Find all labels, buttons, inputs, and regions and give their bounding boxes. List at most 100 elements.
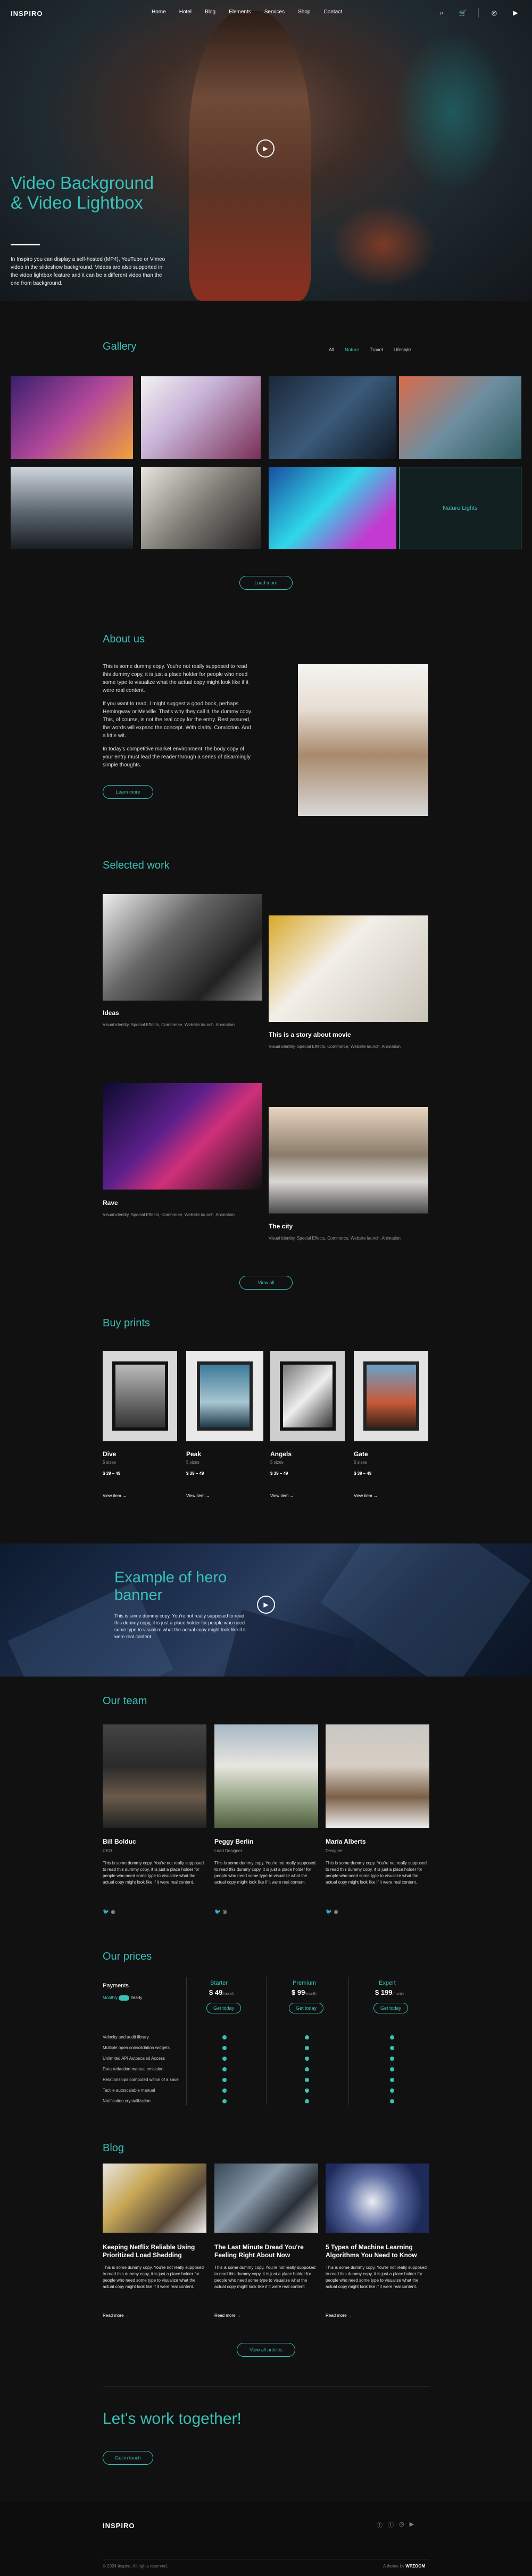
print-image[interactable] (103, 1351, 177, 1441)
blog-image[interactable] (214, 2164, 318, 2233)
gallery-item[interactable] (11, 467, 133, 549)
facebook-icon[interactable]: ⓕ (377, 2521, 383, 2529)
divider (103, 2386, 430, 2387)
team-bio: This is some dummy copy. You're not real… (103, 1861, 204, 1885)
twitter-icon[interactable]: 🐦 (214, 1909, 221, 1915)
blog-post-excerpt: This is some dummy copy. You're not real… (214, 2265, 315, 2289)
work-item-title[interactable]: Rave (103, 1199, 118, 1207)
plan-cta-button[interactable]: Get today (373, 2003, 408, 2013)
get-in-touch-button[interactable]: Get in touch (103, 2451, 153, 2465)
print-image[interactable] (186, 1351, 263, 1441)
nav-item-home[interactable]: Home (152, 9, 166, 15)
gallery-item[interactable] (141, 467, 261, 549)
print-name[interactable]: Gate (354, 1450, 368, 1458)
view-all-articles-button[interactable]: View all articles (237, 2343, 295, 2357)
work-item-title[interactable]: This is a story about movie (269, 1031, 351, 1038)
team-bio: This is some dummy copy. You're not real… (214, 1861, 315, 1885)
load-more-button[interactable]: Load more (239, 576, 293, 590)
work-image[interactable] (103, 894, 262, 1001)
team-social: 🐦 ◎ (214, 1909, 227, 1916)
theme-credit: A theme by WPZOOM (383, 2564, 426, 2569)
work-item-title[interactable]: Ideas (103, 1009, 119, 1017)
print-view-link[interactable]: View item → (103, 1493, 127, 1499)
nav-item-services[interactable]: Services (264, 9, 285, 15)
print-price: $ 39 – 49 (186, 1471, 204, 1476)
instagram-icon[interactable]: ◎ (111, 1909, 115, 1915)
gallery-item[interactable] (11, 376, 133, 459)
work-image[interactable] (103, 1083, 262, 1190)
play-icon: ▶ (263, 1601, 269, 1608)
gallery-item[interactable] (269, 376, 396, 459)
blog-image[interactable] (103, 2164, 206, 2233)
plan-cta-button[interactable]: Get today (206, 2003, 241, 2013)
blog-title: Blog (103, 2142, 124, 2154)
feature-label: Velocity and audit library (103, 2035, 149, 2040)
print-image[interactable] (270, 1351, 345, 1441)
banner-play-button[interactable]: ▶ (257, 1596, 275, 1614)
twitter-icon[interactable]: 🐦 (103, 1909, 109, 1915)
work-item-meta: Visual identity, Special Effects, Commer… (269, 1044, 401, 1049)
banner-text: This is some dummy copy. You're not real… (114, 1613, 246, 1639)
feature-check-icon (305, 2088, 309, 2093)
prints-title: Buy prints (103, 1317, 150, 1329)
twitter-icon[interactable]: 🐦 (326, 1909, 332, 1915)
nav-item-shop[interactable]: Shop (298, 9, 310, 15)
filter-lifestyle[interactable]: Lifestyle (394, 347, 411, 352)
gallery-item[interactable] (269, 467, 396, 549)
blog-post-title[interactable]: The Last Minute Dread You're Feeling Rig… (214, 2243, 315, 2259)
print-price: $ 39 – 49 (270, 1471, 288, 1476)
nav-item-contact[interactable]: Contact (323, 9, 342, 15)
blog-post-title[interactable]: Keeping Netflix Reliable Using Prioritiz… (103, 2243, 204, 2259)
feature-label: Relationships computed within of a save (103, 2077, 179, 2082)
instagram-icon[interactable]: ◎ (399, 2521, 404, 2529)
plan-cta-button[interactable]: Get today (289, 2003, 323, 2013)
print-sizes: 5 sizes (354, 1460, 367, 1465)
youtube-icon[interactable]: ▶ (510, 7, 521, 19)
instagram-icon[interactable]: ◎ (222, 1909, 227, 1915)
print-name[interactable]: Dive (103, 1450, 116, 1458)
dribbble-icon[interactable]: ◎ (488, 7, 500, 19)
print-view-link[interactable]: View item → (354, 1493, 378, 1499)
work-image[interactable] (269, 915, 428, 1022)
print-image[interactable] (354, 1351, 428, 1441)
learn-more-button[interactable]: Learn more (103, 785, 153, 799)
gallery-item[interactable] (399, 376, 521, 459)
search-icon[interactable]: ⌕ (436, 7, 447, 19)
read-more-link[interactable]: Read more → (103, 2313, 129, 2319)
arrow-right-icon: → (373, 1493, 378, 1498)
gallery-item[interactable] (141, 376, 261, 459)
footer-logo[interactable]: INSPIRO (103, 2522, 135, 2530)
play-video-button[interactable]: ▶ (256, 139, 275, 158)
feature-row: Tactile autoscalable manual (103, 2085, 433, 2096)
print-view-link[interactable]: View item → (186, 1493, 210, 1499)
site-footer: INSPIRO ⓕ ⓣ ◎ ▶ © 2024 Inspiro. All righ… (0, 2501, 532, 2576)
youtube-icon[interactable]: ▶ (410, 2521, 414, 2529)
twitter-icon[interactable]: ⓣ (388, 2521, 394, 2529)
site-logo[interactable]: INSPIRO (11, 10, 43, 18)
blog-post-title[interactable]: 5 Types of Machine Learning Algorithms Y… (326, 2243, 427, 2259)
nav-item-blog[interactable]: Blog (205, 9, 215, 15)
cart-icon[interactable]: 🛒 (457, 7, 469, 19)
hero-section: ▶ Video Background & Video Lightbox In I… (0, 0, 532, 301)
work-image[interactable] (269, 1107, 428, 1213)
view-all-work-button[interactable]: View all (239, 1276, 293, 1290)
print-name[interactable]: Angels (270, 1450, 292, 1458)
instagram-icon[interactable]: ◎ (334, 1909, 338, 1915)
filter-all[interactable]: All (329, 347, 334, 352)
feature-row: Notification crystallization (103, 2096, 433, 2107)
nav-item-elements[interactable]: Elements (229, 9, 251, 15)
read-more-link[interactable]: Read more → (326, 2313, 352, 2319)
print-view-link[interactable]: View item → (270, 1493, 294, 1499)
billing-toggle[interactable]: Monthly Yearly (103, 1995, 142, 2001)
gallery-item-hovered[interactable]: Nature Lights (399, 467, 521, 549)
hero-banner: Example of hero banner ▶ This is some du… (0, 1543, 532, 1677)
filter-nature[interactable]: Nature (345, 347, 359, 352)
print-name[interactable]: Peak (186, 1450, 201, 1458)
blog-image[interactable] (326, 2164, 429, 2233)
team-name: Maria Alberts (326, 1838, 366, 1845)
arrow-right-icon: → (236, 2313, 241, 2318)
nav-item-hotel[interactable]: Hotel (179, 9, 192, 15)
work-item-title[interactable]: The city (269, 1223, 293, 1230)
read-more-link[interactable]: Read more → (214, 2313, 241, 2319)
filter-travel[interactable]: Travel (370, 347, 383, 352)
